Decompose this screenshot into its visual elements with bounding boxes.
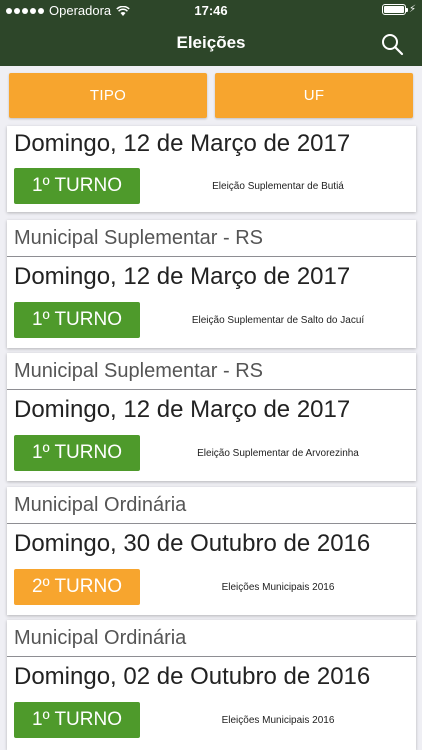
- status-bar: Operadora 17:46 ⚡: [0, 0, 422, 22]
- election-category: Municipal Suplementar - RS: [7, 353, 416, 390]
- election-card[interactable]: Municipal Ordinária Domingo, 02 de Outub…: [7, 620, 416, 750]
- tipo-filter-button[interactable]: TIPO: [9, 73, 207, 118]
- election-date: Domingo, 30 de Outubro de 2016: [14, 530, 371, 557]
- election-card-body: Domingo, 30 de Outubro de 2016 2º TURNO …: [7, 524, 416, 615]
- election-date: Domingo, 12 de Março de 2017: [14, 130, 351, 157]
- election-card[interactable]: Municipal Suplementar - RS Domingo, 12 d…: [7, 353, 416, 481]
- election-description: Eleição Suplementar de Arvorezinha: [197, 447, 359, 459]
- election-date: Domingo, 12 de Março de 2017: [14, 396, 351, 423]
- battery-icon: [381, 4, 408, 15]
- search-icon[interactable]: [380, 32, 404, 56]
- election-card[interactable]: Municipal Suplementar - RS Domingo, 12 d…: [7, 220, 416, 348]
- charging-icon: ⚡: [408, 4, 416, 15]
- election-card[interactable]: Domingo, 12 de Março de 2017 1º TURNO El…: [7, 126, 416, 212]
- election-category: Municipal Ordinária: [7, 487, 416, 524]
- election-card-body: Domingo, 02 de Outubro de 2016 1º TURNO …: [7, 657, 416, 748]
- election-card[interactable]: Municipal Ordinária Domingo, 30 de Outub…: [7, 487, 416, 615]
- election-category: Municipal Ordinária: [7, 620, 416, 657]
- election-description: Eleições Municipais 2016: [221, 714, 335, 726]
- filter-bar: TIPO UF: [9, 73, 413, 118]
- election-date: Domingo, 12 de Março de 2017: [14, 263, 351, 290]
- election-card-body: Domingo, 12 de Março de 2017 1º TURNO El…: [7, 257, 416, 348]
- election-card-body: Domingo, 12 de Março de 2017 1º TURNO El…: [7, 390, 416, 481]
- turno-button[interactable]: 1º TURNO: [14, 302, 140, 338]
- election-description: Eleição Suplementar de Butiá: [212, 180, 344, 192]
- election-card-body: Domingo, 12 de Março de 2017 1º TURNO El…: [7, 126, 416, 212]
- election-category: Municipal Suplementar - RS: [7, 220, 416, 257]
- turno-button[interactable]: 1º TURNO: [14, 435, 140, 471]
- app-header: Operadora 17:46 ⚡ Eleições: [0, 0, 422, 66]
- election-date: Domingo, 02 de Outubro de 2016: [14, 663, 371, 690]
- status-time: 17:46: [194, 3, 228, 18]
- turno-button[interactable]: 1º TURNO: [14, 168, 140, 204]
- election-description: Eleições Municipais 2016: [221, 581, 335, 593]
- uf-filter-button[interactable]: UF: [215, 73, 413, 118]
- election-description: Eleição Suplementar de Salto do Jacuí: [191, 314, 365, 326]
- page-title: Eleições: [176, 33, 246, 52]
- turno-button[interactable]: 2º TURNO: [14, 569, 140, 605]
- status-right: ⚡: [381, 4, 416, 15]
- turno-button[interactable]: 1º TURNO: [14, 702, 140, 738]
